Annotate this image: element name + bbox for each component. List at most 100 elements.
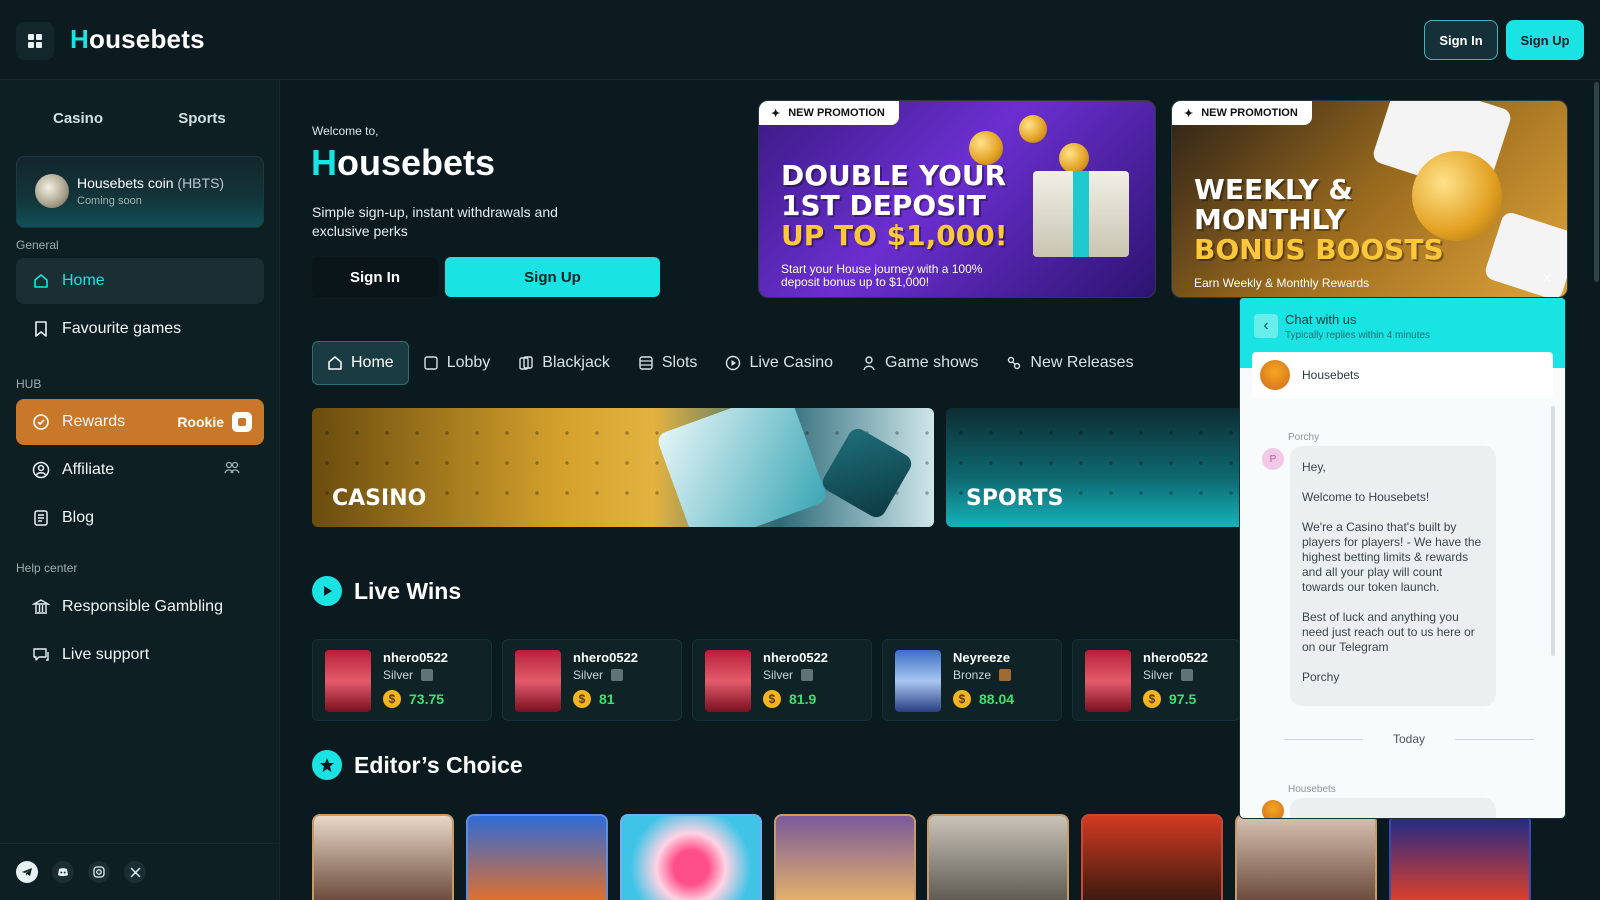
section-label-general: General bbox=[16, 238, 59, 252]
tier-icon bbox=[611, 669, 624, 681]
sidebar-item-rewards[interactable]: Rewards Rookie bbox=[16, 399, 264, 445]
play-icon bbox=[312, 576, 342, 606]
section-label-hub: HUB bbox=[16, 377, 42, 391]
chat-message bbox=[1290, 798, 1496, 818]
x-icon[interactable] bbox=[124, 861, 146, 883]
editors-choice-heading: Editor’s Choice bbox=[312, 750, 523, 780]
coin-status: Coming soon bbox=[77, 195, 142, 207]
game-tile[interactable] bbox=[774, 814, 916, 900]
signin-button[interactable]: Sign In bbox=[1424, 20, 1498, 60]
hero-signup-button[interactable]: Sign Up bbox=[445, 257, 660, 297]
promo-banner-boosts[interactable]: ✦ NEW PROMOTION WEEKLY & MONTHLY BONUS BO… bbox=[1171, 100, 1568, 298]
users-icon bbox=[224, 461, 240, 480]
win-amount: $97.5 bbox=[1143, 690, 1196, 708]
sidebar-item-home[interactable]: Home bbox=[16, 258, 264, 304]
game-tile[interactable] bbox=[1081, 814, 1223, 900]
rewards-icon bbox=[32, 413, 50, 431]
game-thumbnail bbox=[515, 650, 561, 712]
game-thumbnail bbox=[705, 650, 751, 712]
chat-icon bbox=[32, 646, 50, 664]
tier-icon bbox=[999, 669, 1012, 681]
sidebar-item-blog[interactable]: Blog bbox=[16, 495, 264, 541]
tab-home[interactable]: Home bbox=[312, 341, 409, 385]
chat-scrollbar[interactable] bbox=[1551, 406, 1555, 656]
section-label-help: Help center bbox=[16, 561, 78, 575]
sports-card[interactable]: SPORTS bbox=[946, 408, 1246, 527]
affiliate-icon bbox=[32, 461, 50, 479]
game-tile[interactable] bbox=[620, 814, 762, 900]
casino-card[interactable]: CASINO bbox=[312, 408, 934, 527]
sidebar-tabs: Casino Sports bbox=[16, 100, 264, 136]
sparkle-icon: ✦ bbox=[1184, 107, 1194, 120]
coin-decoration bbox=[1019, 115, 1047, 143]
rank-icon bbox=[232, 412, 252, 432]
bookmark-icon bbox=[32, 320, 50, 338]
home-icon bbox=[32, 272, 50, 290]
tab-casino[interactable]: Casino bbox=[16, 100, 140, 136]
tab-game-shows[interactable]: Game shows bbox=[847, 341, 992, 385]
win-username: nhero0522 bbox=[1143, 650, 1209, 665]
tab-slots[interactable]: Slots bbox=[624, 341, 712, 385]
bank-icon bbox=[32, 598, 50, 616]
hero-signin-button[interactable]: Sign In bbox=[312, 257, 438, 297]
win-amount: $88.04 bbox=[953, 690, 1014, 708]
back-arrow-icon[interactable]: ‹ bbox=[1254, 314, 1278, 338]
menu-grid-button[interactable] bbox=[16, 22, 54, 60]
tab-live-casino[interactable]: Live Casino bbox=[711, 341, 847, 385]
game-tile[interactable] bbox=[466, 814, 608, 900]
sidebar-item-affiliate[interactable]: Affiliate bbox=[16, 447, 264, 493]
signup-button[interactable]: Sign Up bbox=[1506, 20, 1584, 60]
tab-sports[interactable]: Sports bbox=[140, 100, 264, 136]
social-links bbox=[0, 843, 280, 900]
win-username: nhero0522 bbox=[763, 650, 829, 665]
sports-card-label: SPORTS bbox=[966, 486, 1064, 511]
chat-subtitle: Typically replies within 4 minutes bbox=[1285, 330, 1431, 341]
live-win-card[interactable]: nhero0522 Silver $73.75 bbox=[312, 639, 492, 721]
promo-headline: WEEKLY & MONTHLY BONUS BOOSTS bbox=[1194, 173, 1444, 266]
game-tile[interactable] bbox=[1235, 814, 1377, 900]
promo-subtext: Start your House journey with a 100% dep… bbox=[781, 262, 983, 289]
promo-headline: DOUBLE YOUR 1ST DEPOSIT UP TO $1,000! bbox=[781, 159, 1008, 252]
game-tile[interactable] bbox=[927, 814, 1069, 900]
chat-widget: ‹ Chat with us Typically replies within … bbox=[1240, 298, 1565, 818]
sidebar: Casino Sports Housebets coin (HBTS) Comi… bbox=[0, 80, 280, 900]
telegram-icon[interactable] bbox=[16, 861, 38, 883]
discord-icon[interactable] bbox=[52, 861, 74, 883]
tab-new-releases[interactable]: New Releases bbox=[992, 341, 1147, 385]
game-tile[interactable] bbox=[1389, 814, 1531, 900]
tier-icon bbox=[1181, 669, 1194, 681]
chat-agent-bar: Housebets bbox=[1252, 352, 1553, 398]
star-icon bbox=[312, 750, 342, 780]
close-icon[interactable]: × bbox=[1539, 271, 1555, 287]
promo-tag: ✦ NEW PROMOTION bbox=[759, 101, 899, 125]
promo-banner-deposit[interactable]: ✦ NEW PROMOTION DOUBLE YOUR 1ST DEPOSIT U… bbox=[758, 100, 1156, 298]
agent-avatar bbox=[1260, 360, 1290, 390]
game-thumbnail bbox=[325, 650, 371, 712]
dollar-coin-icon: $ bbox=[573, 690, 591, 708]
new-releases-icon bbox=[1006, 355, 1022, 371]
gift-box-image bbox=[1033, 171, 1129, 257]
live-win-card[interactable]: Neyreeze Bronze $88.04 bbox=[882, 639, 1062, 721]
sidebar-item-live-support[interactable]: Live support bbox=[16, 632, 264, 678]
win-tier: Silver bbox=[1143, 668, 1194, 682]
brand-logo[interactable]: Housebets bbox=[70, 24, 205, 55]
slots-icon bbox=[638, 355, 654, 371]
instagram-icon[interactable] bbox=[88, 861, 110, 883]
tab-lobby[interactable]: Lobby bbox=[409, 341, 505, 385]
page-scrollbar[interactable] bbox=[1594, 82, 1599, 282]
housebets-coin-card[interactable]: Housebets coin (HBTS) Coming soon bbox=[16, 156, 264, 228]
live-win-card[interactable]: nhero0522 Silver $81 bbox=[502, 639, 682, 721]
tier-icon bbox=[801, 669, 814, 681]
sidebar-item-responsible-gambling[interactable]: Responsible Gambling bbox=[16, 584, 264, 630]
blog-icon bbox=[32, 509, 50, 527]
message-sender: Housebets bbox=[1288, 784, 1336, 795]
game-tile[interactable] bbox=[312, 814, 454, 900]
coin-title: Housebets coin (HBTS) bbox=[77, 175, 225, 191]
win-username: nhero0522 bbox=[383, 650, 449, 665]
live-win-card[interactable]: nhero0522 Silver $81.9 bbox=[692, 639, 872, 721]
live-win-card[interactable]: nhero0522 Silver $97.5 bbox=[1072, 639, 1240, 721]
win-tier: Silver bbox=[573, 668, 624, 682]
tier-icon bbox=[421, 669, 434, 681]
tab-blackjack[interactable]: Blackjack bbox=[504, 341, 624, 385]
sidebar-item-favourites[interactable]: Favourite games bbox=[16, 306, 264, 352]
